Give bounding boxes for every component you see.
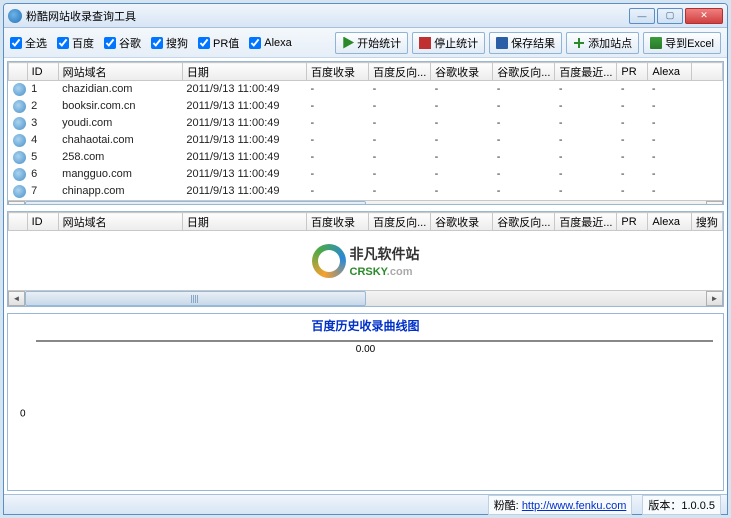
add-site-button[interactable]: 添加站点 [566,32,639,54]
chart-title: 百度历史收录曲线图 [8,314,723,337]
col-alexa[interactable]: Alexa [648,63,691,81]
scroll-right-button[interactable]: ► [706,201,723,205]
table-row[interactable]: 3youdi.com2011/9/13 11:00:49------- [9,115,723,132]
globe-icon [13,83,26,96]
table-row[interactable]: 1chazidian.com2011/9/13 11:00:49------- [9,81,723,98]
results-grid-pane: ID 网站域名 日期 百度收录 百度反向... 谷歌收录 谷歌反向... 百度最… [7,61,724,205]
chart-pane: 百度历史收录曲线图 0 0.00 [7,313,724,491]
stop-button[interactable]: 停止统计 [412,32,485,54]
version-text: 1.0.0.5 [681,500,715,512]
save-icon [496,37,508,49]
globe-icon [13,117,26,130]
table-row[interactable]: 7chinapp.com2011/9/13 11:00:49------- [9,183,723,200]
logo-swirl-icon [312,244,346,278]
chart-plot-area [36,340,713,342]
table-row[interactable]: 6mangguo.com2011/9/13 11:00:49------- [9,166,723,183]
col-baidu-recent[interactable]: 百度最近... [555,63,617,81]
checkbox-select-all[interactable]: 全选 [10,35,47,51]
chart-x-label: 0.00 [8,344,723,355]
col-date[interactable]: 日期 [182,63,306,81]
start-button[interactable]: 开始统计 [335,32,408,54]
close-button[interactable]: ✕ [685,8,723,24]
window-title: 粉酷网站收录查询工具 [26,8,629,24]
excel-icon [650,37,662,49]
col-baidu-back[interactable]: 百度反向... [369,63,431,81]
secondary-grid-pane: ID 网站域名 日期 百度收录 百度反向... 谷歌收录 谷歌反向... 百度最… [7,211,724,307]
export-excel-button[interactable]: 导到Excel [643,32,721,54]
col-google-index[interactable]: 谷歌收录 [431,63,493,81]
horizontal-scrollbar[interactable]: ◄ ► [8,200,723,206]
save-button[interactable]: 保存结果 [489,32,562,54]
maximize-button[interactable]: ▢ [657,8,683,24]
toolbar: 全选 百度 谷歌 搜狗 PR值 Alexa 开始统计 停止统计 保存结果 添加站… [4,28,727,58]
horizontal-scrollbar-2[interactable]: ◄ ► [8,290,723,306]
plus-icon [573,37,585,49]
app-icon [8,9,22,23]
col-baidu-index[interactable]: 百度收录 [307,63,369,81]
col-domain[interactable]: 网站域名 [58,63,182,81]
table-row[interactable]: 4chahaotai.com2011/9/13 11:00:49------- [9,132,723,149]
checkbox-sogou[interactable]: 搜狗 [151,35,188,51]
homepage-link[interactable]: http://www.fenku.com [522,500,627,512]
results-grid[interactable]: ID 网站域名 日期 百度收录 百度反向... 谷歌收录 谷歌反向... 百度最… [8,62,723,200]
globe-icon [13,134,26,147]
play-icon [342,37,354,49]
globe-icon [13,168,26,181]
checkbox-alexa[interactable]: Alexa [249,37,292,49]
chart-y-label: 0 [20,408,26,419]
scroll-left-button[interactable]: ◄ [8,201,25,205]
col-pr[interactable]: PR [617,63,648,81]
secondary-grid[interactable]: ID 网站域名 日期 百度收录 百度反向... 谷歌收录 谷歌反向... 百度最… [8,212,723,231]
checkbox-baidu[interactable]: 百度 [57,35,94,51]
globe-icon [13,100,26,113]
table-row[interactable]: 5258.com2011/9/13 11:00:49------- [9,149,723,166]
grid-header-row[interactable]: ID 网站域名 日期 百度收录 百度反向... 谷歌收录 谷歌反向... 百度最… [9,63,723,81]
status-bar: 粉酷: http://www.fenku.com 版本：1.0.0.5 [4,494,727,514]
app-window: 粉酷网站收录查询工具 — ▢ ✕ 全选 百度 谷歌 搜狗 PR值 Alexa 开… [3,3,728,515]
col-id[interactable]: ID [27,63,58,81]
col-google-back[interactable]: 谷歌反向... [493,63,555,81]
minimize-button[interactable]: — [629,8,655,24]
checkbox-pr[interactable]: PR值 [198,35,239,51]
globe-icon [13,151,26,164]
table-row[interactable]: 2booksir.com.cn2011/9/13 11:00:49------- [9,98,723,115]
titlebar[interactable]: 粉酷网站收录查询工具 — ▢ ✕ [4,4,727,28]
checkbox-google[interactable]: 谷歌 [104,35,141,51]
crsky-logo: 非凡软件站 CRSKY.com [312,244,420,278]
stop-icon [419,37,431,49]
scrollbar-thumb[interactable] [25,201,366,205]
globe-icon [13,185,26,198]
